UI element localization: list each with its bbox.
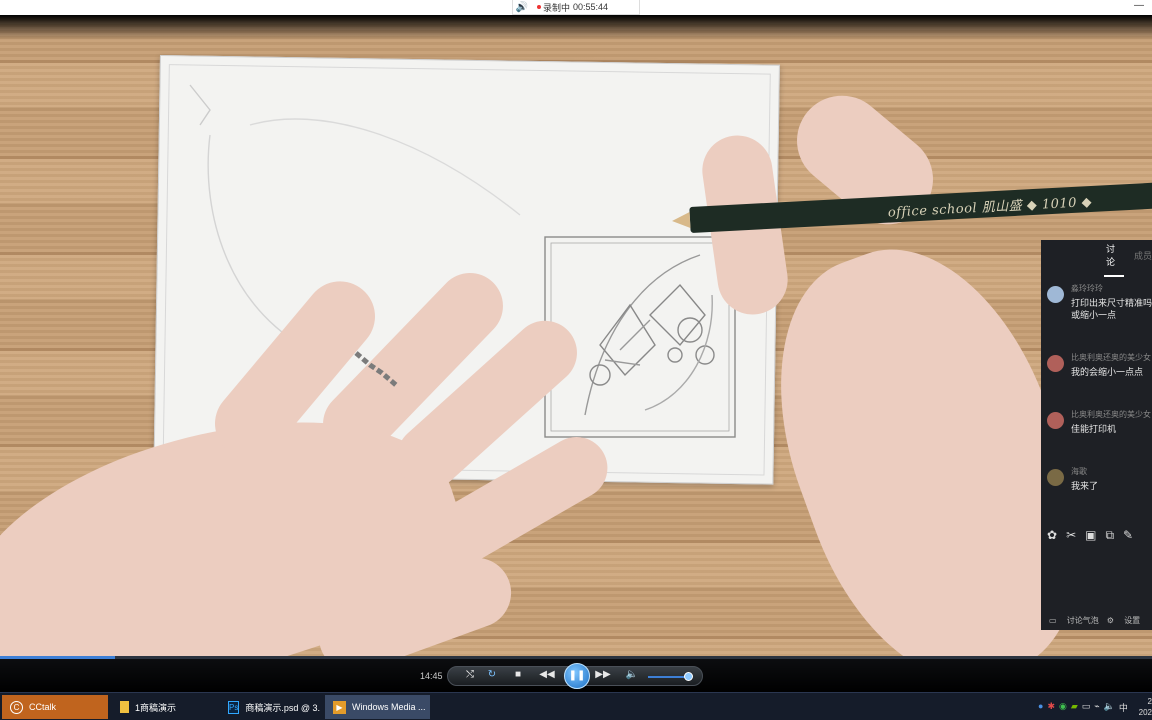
media-player-icon: ▶	[333, 700, 346, 714]
clock[interactable]: 2 202	[1136, 696, 1152, 718]
taskbar-label: Windows Media ...	[352, 702, 426, 712]
message-author: 海歌	[1071, 467, 1087, 476]
folder-icon	[120, 701, 129, 713]
message-line: 我的会缩小一点点	[1071, 367, 1144, 377]
app-tray-icon[interactable]: ✱	[1047, 701, 1055, 714]
avatar[interactable]	[1047, 286, 1064, 303]
ime-indicator[interactable]: 中	[1119, 701, 1128, 714]
taskbar-item-photoshop[interactable]: Ps 商稿演示.psd @ 3...	[220, 695, 320, 719]
repeat-icon[interactable]: ↻	[484, 669, 500, 680]
cctalk-icon: C	[10, 700, 23, 714]
avatar[interactable]	[1047, 355, 1064, 372]
taskbar-label: 商稿演示.psd @ 3...	[245, 702, 320, 713]
taskbar-item-cctalk[interactable]: C CCtalk	[2, 695, 108, 719]
tab-discuss[interactable]: 讨论	[1104, 242, 1124, 277]
scissors-icon[interactable]: ✂	[1066, 528, 1076, 543]
message-text: 我的会缩小一点点	[1071, 366, 1143, 378]
stop-icon[interactable]: ■	[510, 669, 526, 680]
recording-status-label: 录制中	[543, 2, 571, 13]
taskbar-label: 1商稿演示	[135, 702, 177, 713]
photoshop-icon: Ps	[228, 700, 240, 714]
bubble-toggle[interactable]: ▭ 讨论气泡	[1049, 615, 1099, 626]
next-icon[interactable]: ▶▶	[595, 669, 611, 680]
clock-date: 202	[1138, 708, 1152, 717]
flower-gift-icon[interactable]: ✿	[1047, 528, 1057, 543]
recording-status[interactable]: 🔊 录制中 00:55:44	[512, 0, 640, 15]
message-line: 我来了	[1071, 481, 1099, 491]
minimize-button[interactable]: —	[1134, 0, 1144, 11]
message-line: 或缩小一点	[1071, 310, 1117, 320]
message-author: 淼玲玲玲	[1071, 284, 1103, 293]
tab-members[interactable]: 成员	[1134, 249, 1152, 262]
message-text: 佳能打印机	[1071, 423, 1116, 435]
volume-tray-icon[interactable]: 🔈	[1104, 701, 1115, 714]
taskbar-item-folder[interactable]: 1商稿演示	[112, 695, 212, 719]
avatar[interactable]	[1047, 469, 1064, 486]
chat-footer: ▭ 讨论气泡 ⚙ 设置	[1041, 610, 1152, 630]
recording-elapsed: 00:55:44	[573, 2, 609, 12]
settings-label: 设置	[1124, 615, 1141, 625]
avatar[interactable]	[1047, 412, 1064, 429]
player-controls: 14:45 ⤭ ↻ ■ ◀◀ ❚❚ ▶▶ 🔈	[0, 659, 1152, 692]
elapsed-time: 14:45	[420, 671, 443, 681]
taskbar-label: CCtalk	[29, 702, 57, 712]
browser-tray-icon[interactable]: ●	[1038, 701, 1043, 714]
volume-knob[interactable]	[684, 672, 693, 681]
message-line: 打印出来尺寸精准吗,	[1071, 298, 1152, 308]
message-author: 比奥利奥还奥的美少女	[1071, 353, 1151, 362]
wechat-tray-icon[interactable]: ◉	[1059, 701, 1067, 714]
control-pill: ⤭ ↻ ■ ◀◀ ❚❚ ▶▶ 🔈	[447, 663, 703, 689]
speaker-icon[interactable]: 🔊	[513, 2, 531, 13]
pencil-tip	[671, 212, 691, 229]
message-text: 我来了	[1071, 480, 1098, 492]
screenshot-icon[interactable]: ⧉	[1105, 528, 1114, 543]
chat-toolbar: ✿ ✂ ▣ ⧉ ✎	[1047, 528, 1133, 543]
pause-button[interactable]: ❚❚	[564, 663, 590, 689]
clock-time: 2	[1147, 697, 1152, 706]
message-text: 打印出来尺寸精准吗, 或缩小一点	[1071, 297, 1152, 321]
message-author: 比奥利奥还奥的美少女	[1071, 410, 1151, 419]
nvidia-tray-icon[interactable]: ▰	[1071, 701, 1078, 714]
edit-icon[interactable]: ✎	[1123, 528, 1133, 543]
message-line: 佳能打印机	[1071, 424, 1117, 434]
top-shadow	[0, 15, 1152, 40]
video-frame: office school 肌山盛 ◆ 1010 ◆	[0, 15, 1152, 720]
network-icon[interactable]: ▭	[1082, 701, 1091, 714]
image-icon[interactable]: ▣	[1085, 528, 1096, 543]
recording-bar: 🔊 录制中 00:55:44 —	[0, 0, 1152, 15]
previous-icon[interactable]: ◀◀	[539, 669, 555, 680]
taskbar: C CCtalk 1商稿演示 Ps 商稿演示.psd @ 3... ▶ Wind…	[0, 692, 1152, 720]
shuffle-icon[interactable]: ⤭	[462, 669, 478, 680]
usb-icon[interactable]: ⌁	[1094, 701, 1099, 714]
chat-tabs: 讨论 成员	[1041, 240, 1152, 277]
ring	[354, 351, 398, 387]
chat-panel: 讨论 成员 淼玲玲玲 打印出来尺寸精准吗, 或缩小一点 比奥利奥还奥的美少女 我…	[1041, 240, 1152, 630]
system-tray: ● ✱ ◉ ▰ ▭ ⌁ 🔈 中	[1038, 701, 1128, 714]
recording-dot-icon	[537, 5, 541, 9]
taskbar-item-media-player[interactable]: ▶ Windows Media ...	[325, 695, 430, 719]
volume-icon[interactable]: 🔈	[624, 669, 640, 680]
settings-button[interactable]: ⚙ 设置	[1107, 615, 1140, 626]
screen: 🔊 录制中 00:55:44 — office school 肌山盛 ◆ 101…	[0, 0, 1152, 720]
bubble-label: 讨论气泡	[1066, 615, 1099, 625]
